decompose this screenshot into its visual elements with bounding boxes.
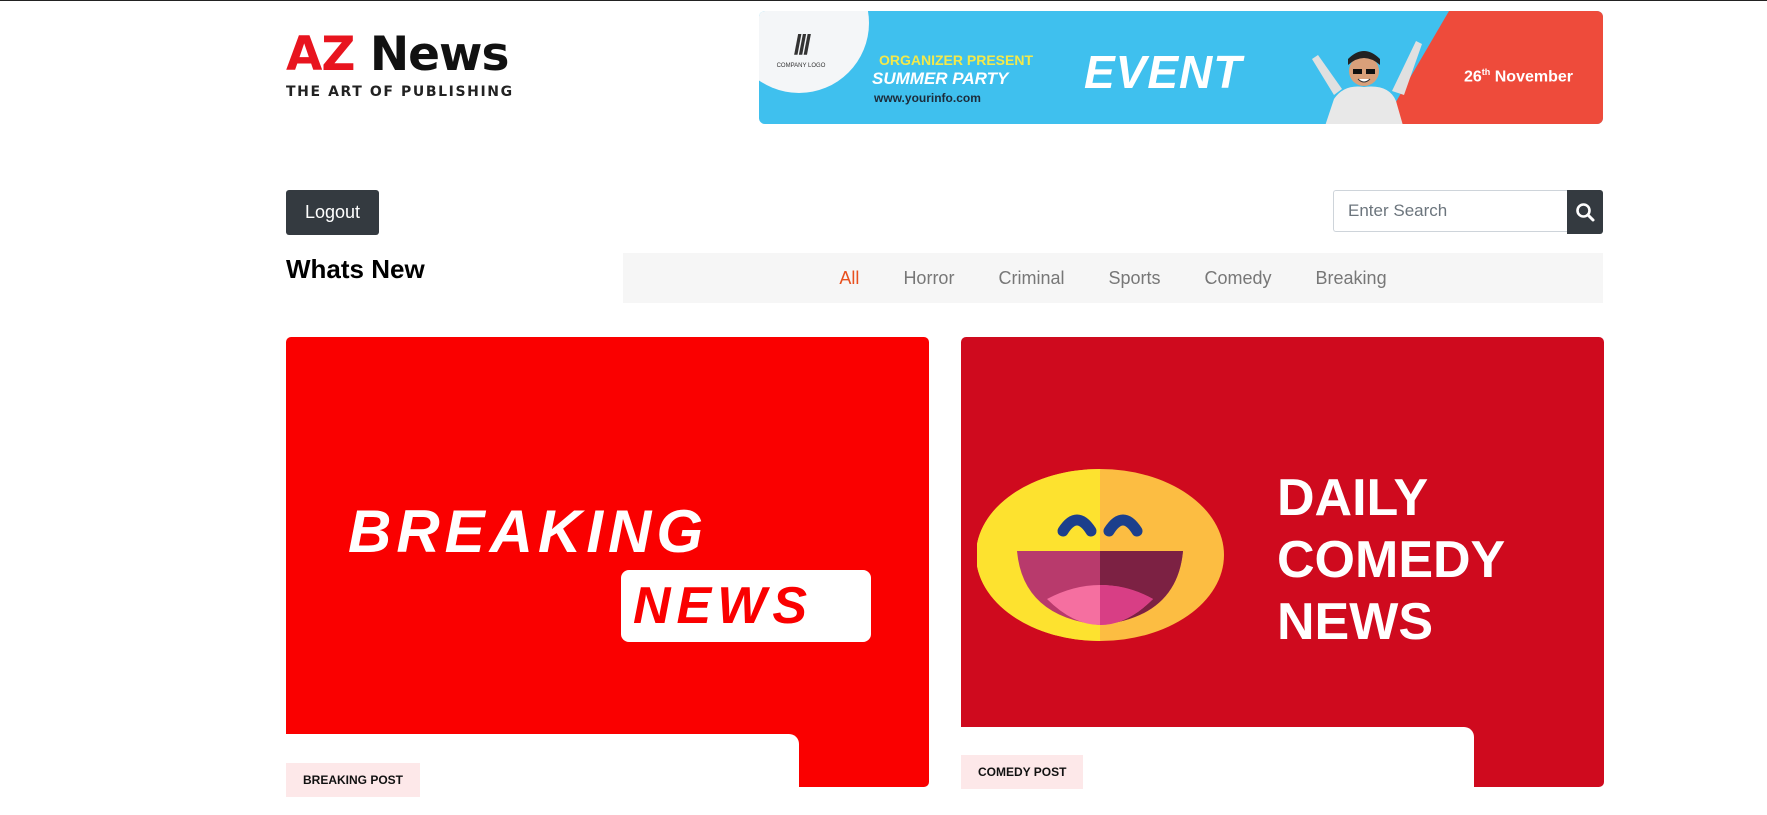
logo-brand-b: News xyxy=(369,27,510,82)
banner-url-text: www.yourinfo.com xyxy=(874,91,981,105)
banner-organizer-text: ORGANIZER PRESENT xyxy=(879,52,1034,68)
tab-all[interactable]: All xyxy=(839,268,859,289)
tab-sports[interactable]: Sports xyxy=(1108,268,1160,289)
category-filter-tabs: All Horror Criminal Sports Comedy Breaki… xyxy=(623,253,1603,303)
banner-headline: EVENT xyxy=(1084,46,1243,98)
company-logo-text: COMPANY LOGO xyxy=(776,63,826,69)
banner-date-day: 26 xyxy=(1464,68,1482,86)
dancing-person-image xyxy=(1312,41,1422,124)
search-button[interactable] xyxy=(1567,190,1603,234)
image-text-news: NEWS xyxy=(633,577,813,635)
banner-date-month: November xyxy=(1494,68,1573,86)
banner-party-text: SUMMER PARTY xyxy=(872,69,1009,88)
tab-horror[interactable]: Horror xyxy=(903,268,954,289)
tab-criminal[interactable]: Criminal xyxy=(998,268,1064,289)
top-border xyxy=(0,0,1767,1)
logo-title: AZ News xyxy=(286,28,514,82)
search-form xyxy=(1333,190,1603,234)
event-banner-ad[interactable]: /// COMPANY LOGO ORGANIZER PRESENT SUMME… xyxy=(759,11,1603,124)
logo-brand-a: AZ xyxy=(286,27,355,82)
image-line-daily: DAILY xyxy=(1277,469,1429,527)
image-text-breaking: BREAKING xyxy=(348,498,709,565)
company-logo-icon: /// xyxy=(793,29,811,60)
banner-date: 26th November xyxy=(1464,67,1573,86)
search-input[interactable] xyxy=(1333,190,1567,232)
post-category-badge[interactable]: BREAKING POST xyxy=(286,763,421,797)
image-text-daily-comedy-news: DAILY COMEDY NEWS xyxy=(1277,467,1505,653)
post-card-breaking[interactable]: BREAKING NEWS BREAKING POST xyxy=(286,337,929,815)
image-line-comedy: COMEDY xyxy=(1277,531,1506,589)
section-title: Whats New xyxy=(286,254,425,284)
logout-button[interactable]: Logout xyxy=(286,190,379,235)
site-logo[interactable]: AZ News THE ART OF PUBLISHING xyxy=(286,28,514,101)
post-category-badge[interactable]: COMEDY POST xyxy=(961,755,1084,789)
laughing-emoji-icon xyxy=(977,469,1224,641)
tab-breaking[interactable]: Breaking xyxy=(1316,268,1387,289)
post-image-breaking[interactable]: BREAKING NEWS xyxy=(286,337,929,787)
post-image-comedy[interactable]: DAILY COMEDY NEWS xyxy=(961,337,1604,787)
banner-date-suffix: th xyxy=(1481,67,1491,77)
search-icon xyxy=(1576,203,1595,222)
post-card-comedy[interactable]: DAILY COMEDY NEWS COMEDY POST xyxy=(961,337,1604,815)
tab-comedy[interactable]: Comedy xyxy=(1205,268,1272,289)
image-line-news: NEWS xyxy=(1277,593,1433,651)
logo-tagline: THE ART OF PUBLISHING xyxy=(286,84,514,100)
